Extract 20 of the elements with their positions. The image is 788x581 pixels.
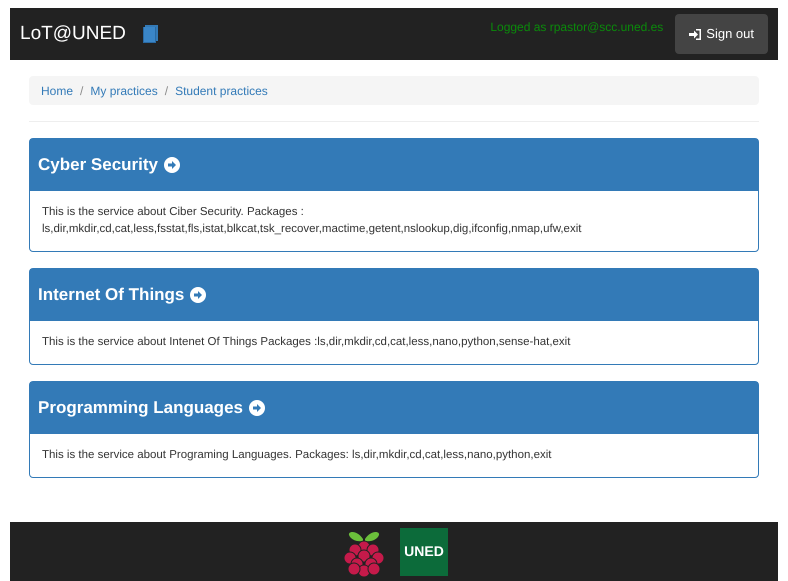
sign-in-icon	[689, 28, 702, 40]
service-description: This is the service about Ciber Security. Packages : ls,dir,mkdir,cd,cat,less,fsstat,fls,istat,blkcat,tsk_recover,mactime,getent,nslookup,dig,ifconfig,nmap,ufw,exit	[41, 205, 582, 237]
service-title[interactable]: Internet Of Things	[38, 282, 184, 308]
breadcrumb-link[interactable]: Home	[41, 82, 74, 100]
service-description: This is the service about Programing Languages. Packages: ls,dir,mkdir,cd,cat,less,nano,python,exit	[41, 448, 552, 463]
arrow-circle-icon[interactable]	[248, 400, 265, 416]
book-icon	[142, 24, 160, 44]
breadcrumb-link[interactable]: Student practices	[175, 82, 268, 100]
service-title[interactable]: Programming Languages	[38, 395, 243, 421]
breadcrumb-separator: /	[79, 82, 84, 100]
brand-title[interactable]: LoT@UNED	[20, 20, 126, 48]
breadcrumb-link[interactable]: My practices	[90, 82, 158, 100]
arrow-circle-icon[interactable]	[190, 287, 206, 303]
arrow-circle-icon[interactable]	[164, 157, 180, 173]
service-description: This is the service about Intenet Of Things Packages :ls,dir,mkdir,cd,cat,less,nano,python,sense-hat,exit	[41, 335, 572, 350]
logged-user-text: Logged as rpastor@scc.uned.es	[490, 19, 664, 36]
uned-logo: UNED	[400, 528, 448, 576]
service-title[interactable]: Cyber Security	[38, 152, 158, 178]
sign-out-button[interactable]: Sign out	[675, 14, 768, 54]
breadcrumb-separator: /	[164, 82, 170, 100]
